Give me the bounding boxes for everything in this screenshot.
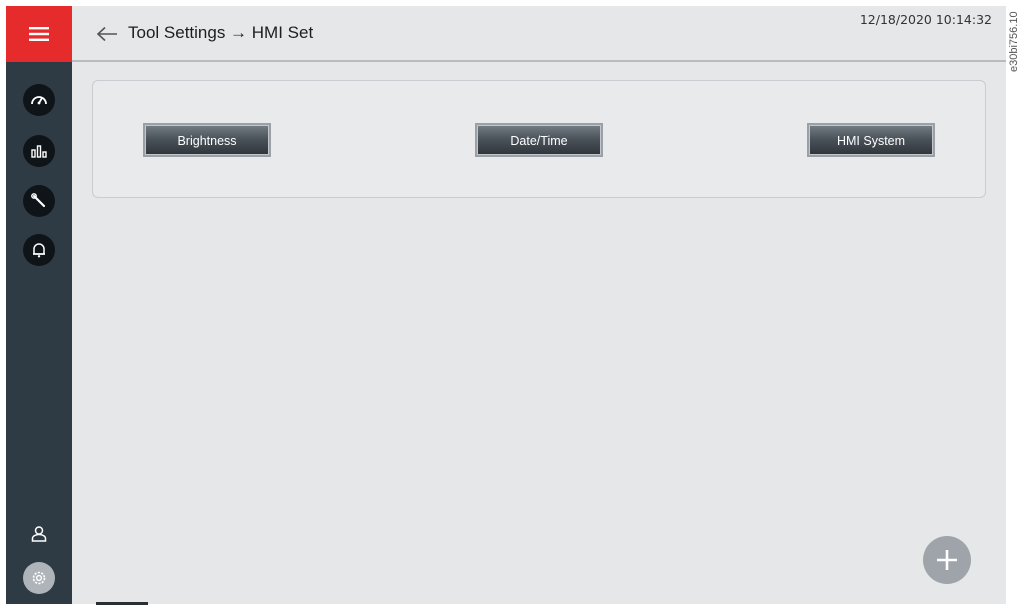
hmi-system-button[interactable]: HMI System bbox=[809, 125, 933, 155]
plus-icon bbox=[937, 550, 957, 570]
back-button[interactable] bbox=[94, 22, 120, 46]
datetime-display: 12/18/2020 10:14:32 bbox=[859, 12, 992, 27]
settings-button[interactable] bbox=[23, 562, 55, 594]
date-time-button[interactable]: Date/Time bbox=[477, 125, 601, 155]
chart-icon bbox=[31, 145, 47, 158]
gauge-icon bbox=[31, 96, 47, 105]
menu-button[interactable] bbox=[6, 6, 72, 62]
alarms-button[interactable] bbox=[23, 234, 55, 266]
dashboard-button[interactable] bbox=[23, 84, 55, 116]
screen: Tool Settings → HMI Set 12/18/2020 10:14… bbox=[6, 6, 1006, 605]
user-icon bbox=[31, 526, 47, 542]
bell-icon bbox=[33, 243, 45, 258]
tools-button[interactable] bbox=[23, 185, 55, 217]
add-button[interactable] bbox=[923, 536, 971, 584]
menu-icon bbox=[29, 27, 49, 41]
results-button[interactable] bbox=[23, 135, 55, 167]
arrow-left-icon bbox=[96, 26, 117, 42]
user-button[interactable] bbox=[23, 518, 55, 550]
hmi-settings-panel: Brightness Date/Time HMI System bbox=[92, 80, 986, 198]
scroll-indicator bbox=[96, 602, 148, 605]
gear-icon bbox=[32, 571, 46, 585]
wrench-icon bbox=[31, 193, 46, 208]
brightness-button[interactable]: Brightness bbox=[145, 125, 269, 155]
page-title: Tool Settings → HMI Set bbox=[128, 23, 314, 42]
header: Tool Settings → HMI Set 12/18/2020 10:14… bbox=[72, 6, 1006, 62]
figure-id: e30bi756.10 bbox=[1008, 11, 1020, 72]
sidebar bbox=[6, 6, 72, 604]
